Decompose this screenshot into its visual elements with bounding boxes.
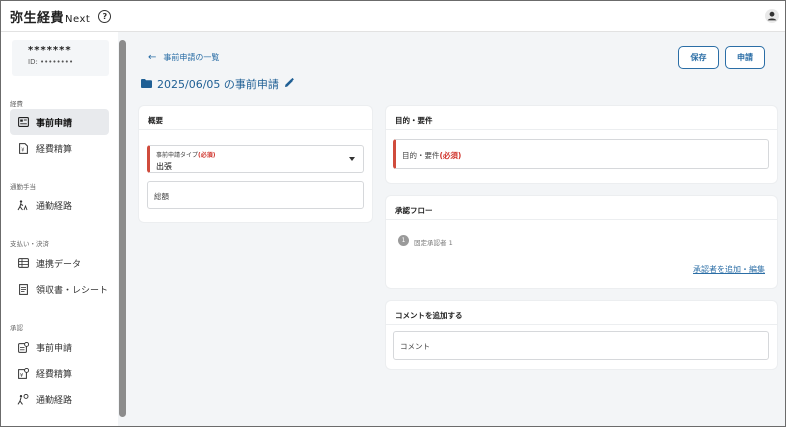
section-label-commute: 通勤手当 xyxy=(10,183,36,191)
commute-icon xyxy=(17,199,29,211)
comment-title: コメントを追加する xyxy=(395,311,463,320)
page-title-text: 2025/06/05 の事前申請 xyxy=(157,78,279,91)
approve-expense-icon: ¥ xyxy=(17,367,29,379)
user-card[interactable]: ******* ID: •••••••• xyxy=(12,40,109,76)
back-to-list-link[interactable]: ← 事前申請の一覧 xyxy=(148,52,219,63)
approval-flow-card: 承認フロー 1 固定承認者 1 承認者を追加・編集 xyxy=(386,196,777,288)
sidebar-item-label: 通勤経路 xyxy=(36,201,73,212)
approval-flow-title: 承認フロー xyxy=(395,206,433,215)
section-label-expense: 経費 xyxy=(10,100,23,108)
comment-placeholder: コメント xyxy=(400,342,430,351)
overview-title: 概要 xyxy=(148,116,163,125)
receipt-doc-icon: ¥ xyxy=(17,142,29,154)
app-title: 弥生経費Next xyxy=(10,7,90,26)
section-label-payment: 支払い・決済 xyxy=(10,240,49,248)
add-edit-approver-link[interactable]: 承認者を追加・編集 xyxy=(693,264,765,275)
sidebar-item-approve-expense[interactable]: ¥ 経費精算 xyxy=(10,360,109,386)
approve-commute-icon xyxy=(17,393,29,405)
user-account-icon[interactable] xyxy=(764,8,779,23)
step-label: 固定承認者 1 xyxy=(414,239,453,247)
sidebar-item-label: 事前申請 xyxy=(36,343,73,354)
application-type-label: 事前申請タイプ(必須) xyxy=(156,152,216,159)
overview-card: 概要 事前申請タイプ(必須) 出張 総額 xyxy=(139,106,372,222)
divider xyxy=(386,324,777,325)
sidebar-item-pre-application[interactable]: 事前申請 xyxy=(10,109,109,135)
sidebar-item-approve-pre-application[interactable]: 事前申請 xyxy=(10,334,109,360)
sidebar: ******* ID: •••••••• 経費 事前申請 ¥ 経費精算 通勤手当… xyxy=(1,32,118,426)
receipt-icon xyxy=(17,283,29,295)
step-number: 1 xyxy=(398,235,409,246)
purpose-field-label: 目的・要件(必須) xyxy=(402,151,462,160)
purpose-card: 目的・要件 目的・要件(必須) xyxy=(386,106,777,183)
app-window: 弥生経費Next ? ******* ID: •••••••• 経費 事前申請 … xyxy=(0,0,786,427)
app-suffix: Next xyxy=(65,13,91,25)
sidebar-item-label: 経費精算 xyxy=(36,144,73,155)
arrow-left-icon: ← xyxy=(148,52,157,63)
save-button[interactable]: 保存 xyxy=(678,46,719,69)
sidebar-item-expense-settlement[interactable]: ¥ 経費精算 xyxy=(10,135,109,161)
caret-down-icon xyxy=(349,157,355,161)
sidebar-scrollbar[interactable] xyxy=(119,40,126,417)
comment-input[interactable]: コメント xyxy=(393,331,769,360)
application-type-value: 出張 xyxy=(156,162,172,171)
user-id: ID: •••••••• xyxy=(28,58,74,66)
sidebar-item-approve-commute[interactable]: 通勤経路 xyxy=(10,386,109,412)
sidebar-item-label: 通勤経路 xyxy=(36,395,73,406)
page-title: 2025/06/05 の事前申請 xyxy=(141,76,294,92)
total-amount-placeholder: 総額 xyxy=(154,192,169,201)
sidebar-item-receipts[interactable]: 領収書・レシート xyxy=(10,276,109,302)
sidebar-item-commute-route[interactable]: 通勤経路 xyxy=(10,192,109,218)
application-type-select[interactable]: 事前申請タイプ(必須) 出張 xyxy=(147,145,364,173)
svg-text:¥: ¥ xyxy=(20,372,23,378)
data-grid-icon xyxy=(17,257,29,269)
folder-icon xyxy=(141,78,152,91)
sidebar-item-label: 連携データ xyxy=(36,259,82,270)
help-icon[interactable]: ? xyxy=(98,9,112,23)
top-header: 弥生経費Next ? xyxy=(1,1,785,32)
divider xyxy=(386,219,777,220)
user-name: ******* xyxy=(28,45,72,56)
sidebar-item-label: 領収書・レシート xyxy=(36,285,109,296)
sidebar-item-linked-data[interactable]: 連携データ xyxy=(10,250,109,276)
total-amount-input[interactable]: 総額 xyxy=(147,181,364,209)
divider xyxy=(386,129,777,130)
pencil-edit-icon[interactable] xyxy=(284,77,294,91)
back-link-label: 事前申請の一覧 xyxy=(163,53,220,62)
divider xyxy=(139,129,372,130)
sidebar-item-label: 経費精算 xyxy=(36,369,73,380)
comment-card: コメントを追加する コメント xyxy=(386,301,777,369)
purpose-input[interactable]: 目的・要件(必須) xyxy=(393,139,769,169)
submit-application-button[interactable]: 申請 xyxy=(725,46,765,69)
sidebar-item-label: 事前申請 xyxy=(36,118,73,129)
purpose-title: 目的・要件 xyxy=(395,116,433,125)
approve-application-icon xyxy=(17,341,29,353)
svg-text:¥: ¥ xyxy=(21,147,24,153)
app-name: 弥生経費 xyxy=(10,10,65,26)
application-icon xyxy=(17,116,29,128)
main-content: ← 事前申請の一覧 2025/06/05 の事前申請 保存 申請 概要 事前申請… xyxy=(128,32,785,426)
section-label-approval: 承認 xyxy=(10,324,23,332)
